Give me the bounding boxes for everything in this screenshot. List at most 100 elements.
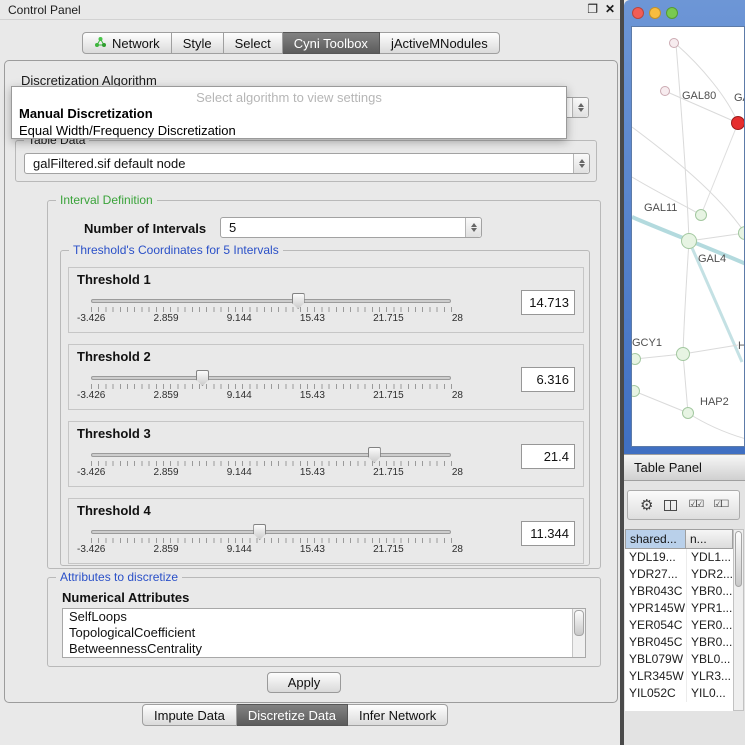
scrollbar-thumb[interactable]: [735, 531, 742, 587]
tab-discretize-data[interactable]: Discretize Data: [237, 704, 348, 726]
traffic-light-minimize-icon[interactable]: [649, 7, 661, 19]
table-row[interactable]: YBR045C YBR0...: [625, 634, 733, 651]
threshold-4-value-input[interactable]: [521, 521, 575, 546]
slider-tick-label: 21.715: [373, 313, 404, 324]
table-cell[interactable]: YLR345W: [625, 668, 686, 685]
apply-button[interactable]: Apply: [267, 672, 341, 693]
threshold-1-value-input[interactable]: [521, 290, 575, 315]
table-columns-icon[interactable]: [664, 500, 677, 511]
table-row[interactable]: YER054C YER0...: [625, 617, 733, 634]
network-node-label: GAL11: [644, 202, 677, 214]
tab-select[interactable]: Select: [224, 32, 283, 54]
float-window-button[interactable]: ❐: [587, 2, 598, 16]
table-scrollbar[interactable]: [733, 529, 744, 711]
network-node[interactable]: [738, 226, 745, 240]
table-cell[interactable]: YBR045C: [625, 634, 686, 651]
table-cell[interactable]: YIL052C: [625, 685, 686, 702]
threshold-2-value-input[interactable]: [521, 367, 575, 392]
table-row[interactable]: YIL052C YIL0...: [625, 685, 733, 702]
network-node[interactable]: [682, 407, 694, 419]
slider-tick-labels: -3.4262.8599.14415.4321.71528: [77, 467, 463, 478]
slider-tick-label: 15.43: [300, 544, 325, 555]
threshold-1-panel: Threshold 1 -3.4262.8599.14415.4321.7152…: [68, 267, 584, 333]
network-canvas[interactable]: GAL80GAGAL11GAL4GCY1HHAP2: [631, 26, 745, 447]
network-node[interactable]: [660, 86, 670, 96]
threshold-1-slider[interactable]: [91, 299, 451, 303]
top-tab-bar: Network Style Select Cyni Toolbox jActiv…: [82, 32, 500, 54]
table-cell[interactable]: YBR0...: [686, 583, 733, 600]
popup-option-equal-width[interactable]: Equal Width/Frequency Discretization: [12, 122, 566, 139]
stepper-icon: [465, 218, 481, 237]
scrollbar[interactable]: [572, 609, 585, 657]
popup-option-manual-discretization[interactable]: Manual Discretization: [12, 105, 566, 122]
table-cell[interactable]: YDL1...: [686, 549, 733, 566]
slider-tick-label: 28: [452, 544, 463, 555]
slider-tick-labels: -3.4262.8599.14415.4321.71528: [77, 544, 463, 555]
numerical-attributes-list[interactable]: SelfLoopsTopologicalCoefficientBetweenne…: [62, 608, 586, 658]
tab-infer-network[interactable]: Infer Network: [348, 704, 448, 726]
network-node[interactable]: [676, 347, 690, 361]
table-cell[interactable]: YLR3...: [686, 668, 733, 685]
deselect-checkboxes-icon[interactable]: ☑☐: [713, 500, 727, 510]
network-node-label: H: [738, 340, 745, 352]
table-cell[interactable]: YIL0...: [686, 685, 733, 702]
threshold-4-panel: Threshold 4 -3.4262.8599.14415.4321.7152…: [68, 498, 584, 564]
tab-label: Network: [112, 36, 160, 51]
table-row[interactable]: YDR27... YDR2...: [625, 566, 733, 583]
table-row[interactable]: YDL19... YDL1...: [625, 549, 733, 566]
threshold-3-value-input[interactable]: [521, 444, 575, 469]
table-row[interactable]: YLR345W YLR3...: [625, 668, 733, 685]
list-item[interactable]: BetweennessCentrality: [63, 641, 585, 657]
number-of-intervals-combo[interactable]: 5: [220, 217, 482, 238]
tab-jactivemnodules[interactable]: jActiveMNodules: [380, 32, 500, 54]
tab-impute-data[interactable]: Impute Data: [142, 704, 237, 726]
table-row[interactable]: YBR043C YBR0...: [625, 583, 733, 600]
table-cell[interactable]: YER0...: [686, 617, 733, 634]
stepper-icon: [572, 98, 588, 117]
table-cell[interactable]: YDR27...: [625, 566, 686, 583]
threshold-2-slider[interactable]: [91, 376, 451, 380]
interval-definition-legend: Interval Definition: [56, 193, 157, 207]
tab-network[interactable]: Network: [82, 32, 172, 54]
table-cell[interactable]: YDL19...: [625, 549, 686, 566]
table-cell[interactable]: YBR043C: [625, 583, 686, 600]
network-node[interactable]: [669, 38, 679, 48]
traffic-light-zoom-icon[interactable]: [666, 7, 678, 19]
tab-style[interactable]: Style: [172, 32, 224, 54]
traffic-light-close-icon[interactable]: [632, 7, 644, 19]
table-row[interactable]: YBL079W YBL0...: [625, 651, 733, 668]
bottom-tab-bar: Impute Data Discretize Data Infer Networ…: [142, 704, 448, 726]
table-cell[interactable]: YBL0...: [686, 651, 733, 668]
stepper-icon: [573, 154, 589, 173]
threshold-4-slider[interactable]: [91, 530, 451, 534]
table-panel: ⚙ ☑☑ ☑☐ shared... n... YDL19... YDL1... …: [624, 481, 745, 745]
list-item[interactable]: SelfLoops: [63, 609, 585, 625]
control-panel: Control Panel ❐ ✕ Network Style Select C…: [0, 0, 622, 745]
scrollbar-thumb[interactable]: [574, 610, 584, 636]
table-cell[interactable]: YPR1...: [686, 600, 733, 617]
table-row[interactable]: YPR145W YPR1...: [625, 600, 733, 617]
table-cell[interactable]: YER054C: [625, 617, 686, 634]
network-node[interactable]: [681, 233, 697, 249]
network-node[interactable]: [695, 209, 707, 221]
threshold-3-slider[interactable]: [91, 453, 451, 457]
table-cell[interactable]: YDR2...: [686, 566, 733, 583]
close-button[interactable]: ✕: [605, 2, 615, 16]
table-data-combo[interactable]: galFiltered.sif default node: [24, 153, 590, 174]
list-item[interactable]: TopologicalCoefficient: [63, 625, 585, 641]
attributes-group: Attributes to discretize Numerical Attri…: [47, 577, 601, 667]
table-cell[interactable]: YBR0...: [686, 634, 733, 651]
slider-tick-labels: -3.4262.8599.14415.4321.71528: [77, 390, 463, 401]
select-all-checkboxes-icon[interactable]: ☑☑: [688, 500, 702, 510]
gear-icon[interactable]: ⚙: [640, 498, 653, 513]
table-cell[interactable]: YPR145W: [625, 600, 686, 617]
column-header-shared[interactable]: shared...: [625, 529, 686, 549]
slider-tick-label: -3.426: [77, 467, 105, 478]
panel-title: Control Panel: [8, 3, 81, 17]
table-cell[interactable]: YBL079W: [625, 651, 686, 668]
tab-cyni-toolbox[interactable]: Cyni Toolbox: [283, 32, 380, 54]
column-header-name[interactable]: n...: [686, 529, 733, 549]
slider-tick-label: 2.859: [154, 390, 179, 401]
tab-label: Select: [235, 36, 271, 51]
network-node[interactable]: [731, 116, 745, 130]
